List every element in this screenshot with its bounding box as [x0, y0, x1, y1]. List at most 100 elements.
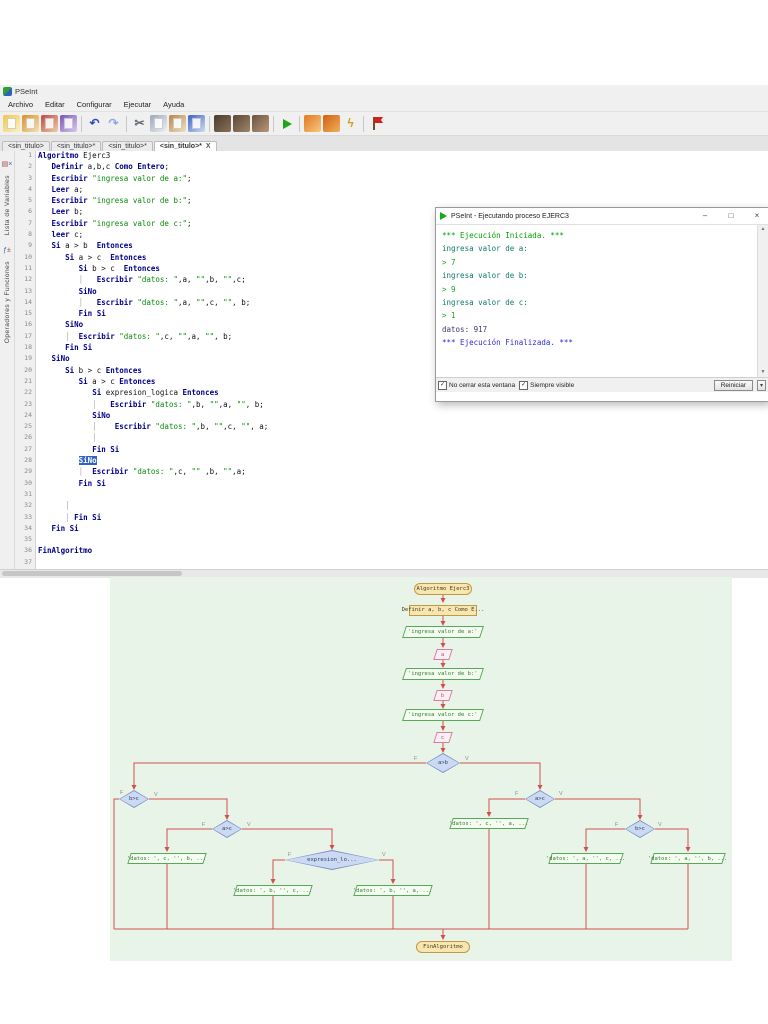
code-line[interactable]: │ [38, 501, 768, 512]
save-icon[interactable] [41, 115, 58, 132]
code-line[interactable]: Escribir "ingresa valor de b:"; [38, 196, 768, 207]
undo-icon[interactable]: ↶ [86, 115, 103, 132]
operators-panel-tab[interactable]: Operadores y Funciones [4, 261, 11, 343]
new-file-icon[interactable] [3, 115, 20, 132]
hscroll-thumb[interactable] [2, 571, 182, 576]
branch-label: F [202, 822, 206, 828]
no-close-checkbox[interactable]: ✓ No cerrar esta ventana [438, 381, 515, 390]
console-titlebar[interactable]: PSeInt - Ejecutando proceso EJERC3 – □ × [436, 208, 768, 225]
goto-subprocess-icon[interactable] [252, 115, 269, 132]
line-number: 2 [15, 162, 35, 173]
node-define[interactable]: Definir a, b, c Como E... [409, 605, 477, 616]
toolbar-separator [126, 116, 127, 132]
menu-ayuda[interactable]: Ayuda [157, 100, 190, 109]
node-read-c[interactable]: c [433, 732, 453, 743]
tab-2[interactable]: <sin_titulo>* [51, 141, 102, 151]
code-line[interactable]: Algoritmo Ejerc3 [38, 151, 768, 162]
code-line[interactable] [38, 490, 768, 501]
code-line[interactable]: SiNo [38, 411, 768, 422]
node-end[interactable]: FinAlgoritmo [416, 941, 470, 953]
line-number: 37 [15, 558, 35, 569]
menu-bar: ArchivoEditarConfigurarEjecutarAyuda [0, 98, 768, 111]
flow-edge [555, 799, 640, 819]
report-icon[interactable] [368, 115, 385, 132]
code-line[interactable]: FinAlgoritmo [38, 546, 768, 557]
menu-configurar[interactable]: Configurar [71, 100, 118, 109]
node-out-abc[interactable]: 'datos: ', a, '', b, ... [650, 853, 726, 864]
code-line[interactable]: │ [38, 433, 768, 444]
open-file-icon[interactable] [22, 115, 39, 132]
toolbar-separator [209, 116, 210, 132]
menu-editar[interactable]: Editar [39, 100, 71, 109]
node-io-b[interactable]: 'ingresa valor de b:' [402, 668, 484, 680]
node-out-bac[interactable]: 'datos: ', b, '', a, ... [353, 885, 433, 896]
console-scrollbar[interactable]: ▲ ▼ [757, 225, 768, 377]
node-start[interactable]: Algoritmo Ejerc3 [414, 583, 472, 595]
close-button[interactable]: × [746, 208, 768, 224]
console-lines: *** Ejecución Iniciada. ***ingresa valor… [442, 229, 756, 350]
tab-4[interactable]: <sin_titulo>*X [154, 141, 217, 151]
search-binoculars-icon[interactable] [214, 115, 231, 132]
menu-ejecutar[interactable]: Ejecutar [118, 100, 158, 109]
node-out-bca[interactable]: 'datos: ', b, '', c, ... [233, 885, 313, 896]
variables-panel-tab[interactable]: Lista de Variables [4, 175, 11, 235]
restart-dropdown-icon[interactable]: ▾ [757, 380, 766, 391]
node-out-cba[interactable]: 'datos: ', c, '', b, ... [127, 853, 207, 864]
flow-edge [273, 860, 285, 883]
code-line[interactable]: Leer a; [38, 185, 768, 196]
code-line[interactable] [38, 558, 768, 569]
dock-icons-top: ▤× [2, 153, 13, 171]
flowchart-canvas[interactable]: FVVFFVFVFVFVAlgoritmo Ejerc3Definir a, b… [110, 577, 732, 961]
code-line[interactable]: Escribir "ingresa valor de a:"; [38, 174, 768, 185]
cut-icon[interactable]: ✂ [131, 115, 148, 132]
check-icon: ✓ [440, 382, 445, 389]
code-line[interactable]: Fin Si [38, 479, 768, 490]
toolbar-separator [273, 116, 274, 132]
toolbar: ↶↷ ✂ ϟ [0, 111, 768, 135]
line-number: 21 [15, 377, 35, 388]
node-out-acb[interactable]: 'datos: ', a, '', c, ... [548, 853, 624, 864]
paste-icon[interactable] [169, 115, 186, 132]
node-out-cab[interactable]: 'datos: ', c, '', a, ... [449, 818, 529, 829]
scroll-down-icon[interactable]: ▼ [761, 368, 766, 377]
branch-label: F [615, 822, 619, 828]
node-read-b[interactable]: b [433, 690, 453, 701]
always-visible-checkbox[interactable]: ✓ Siempre visible [519, 381, 574, 390]
find-icon[interactable] [188, 115, 205, 132]
tab-close-icon[interactable]: X [206, 143, 211, 150]
code-line[interactable] [38, 535, 768, 546]
line-number: 3 [15, 174, 35, 185]
maximize-button[interactable]: □ [720, 208, 742, 224]
code-line[interactable]: │ Fin Si [38, 513, 768, 524]
operators-dock-icon[interactable]: ± [7, 247, 11, 254]
console-output[interactable]: *** Ejecución Iniciada. ***ingresa valor… [436, 225, 768, 377]
code-line[interactable]: │ Escribir "datos: ",b, "",c, "", a; [38, 422, 768, 433]
node-io-c[interactable]: 'ingresa valor de c:' [402, 709, 484, 721]
speed-icon[interactable]: ϟ [342, 115, 359, 132]
save-all-icon[interactable] [60, 115, 77, 132]
copy-icon[interactable] [150, 115, 167, 132]
tab-1[interactable]: <sin_titulo> [2, 141, 50, 151]
code-line[interactable]: │ Escribir "datos: ",c, "" ,b, "",a; [38, 467, 768, 478]
line-number: 4 [15, 185, 35, 196]
tab-3[interactable]: <sin_titulo>* [102, 141, 153, 151]
redo-icon[interactable]: ↷ [105, 115, 122, 132]
run-icon[interactable] [278, 115, 295, 132]
code-line[interactable]: Fin Si [38, 445, 768, 456]
dock-close-icon[interactable]: × [8, 161, 12, 168]
code-line[interactable]: Fin Si [38, 524, 768, 535]
node-io-a[interactable]: 'ingresa valor de a:' [402, 626, 484, 638]
code-line[interactable]: Definir a,b,c Como Entero; [38, 162, 768, 173]
flow-edge [114, 799, 119, 929]
line-number: 18 [15, 343, 35, 354]
minimize-button[interactable]: – [694, 208, 716, 224]
menu-archivo[interactable]: Archivo [2, 100, 39, 109]
step-run-icon[interactable] [304, 115, 321, 132]
desktop-test-icon[interactable] [323, 115, 340, 132]
code-line[interactable]: SiNo [38, 456, 768, 467]
node-read-a[interactable]: a [433, 649, 453, 660]
restart-button[interactable]: Reiniciar [714, 380, 753, 391]
scroll-up-icon[interactable]: ▲ [761, 225, 766, 234]
replace-icon[interactable] [233, 115, 250, 132]
line-number: 31 [15, 490, 35, 501]
